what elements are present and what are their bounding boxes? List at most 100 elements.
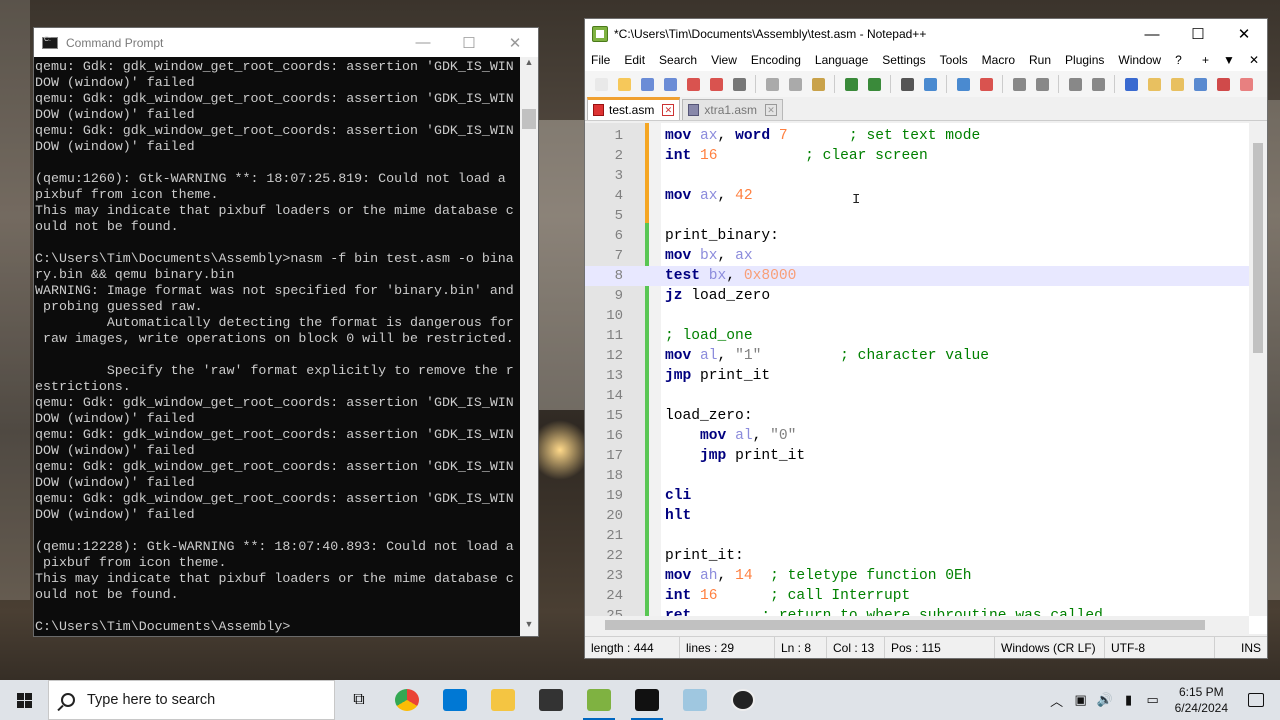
- menu-item[interactable]: Settings: [882, 53, 925, 67]
- toolbar-button-icon[interactable]: [762, 75, 782, 93]
- task-view-button[interactable]: ⧉: [335, 680, 383, 720]
- code-lines[interactable]: 1 mov ax, word 7 ; set text mode 2 int 16 ;…: [585, 126, 1249, 626]
- toolbar-button-icon[interactable]: [953, 75, 973, 93]
- status-eol[interactable]: Windows (CR LF): [995, 637, 1105, 658]
- toolbar-button-icon[interactable]: [864, 75, 884, 93]
- start-button[interactable]: [0, 680, 48, 720]
- code-line[interactable]: 9 jz load_zero: [585, 286, 1249, 306]
- maximize-icon[interactable]: ☐: [446, 34, 492, 52]
- code-line[interactable]: 17 jmp print_it: [585, 446, 1249, 466]
- code-line[interactable]: 20 hlt: [585, 506, 1249, 526]
- meet-now-icon[interactable]: ▣: [1069, 692, 1093, 708]
- code-line[interactable]: 16 mov al, "0": [585, 426, 1249, 446]
- toolbar-button-icon[interactable]: [1167, 75, 1187, 93]
- toolbar-button-icon[interactable]: [1213, 75, 1233, 93]
- code-editor[interactable]: 1 mov ax, word 7 ; set text mode 2 int 16 ;…: [585, 123, 1267, 634]
- media-button[interactable]: [527, 680, 575, 720]
- menu-item[interactable]: Language: [815, 53, 868, 67]
- menu-item[interactable]: Run: [1029, 53, 1051, 67]
- tab-test-asm[interactable]: test.asm ✕: [587, 97, 681, 120]
- code-line[interactable]: 18: [585, 466, 1249, 486]
- code-line[interactable]: 14: [585, 386, 1249, 406]
- scroll-thumb[interactable]: [605, 620, 1205, 630]
- toolbar-button-icon[interactable]: [1121, 75, 1141, 93]
- menu-control[interactable]: +: [1202, 53, 1209, 67]
- code-line[interactable]: 4 mov ax, 42: [585, 186, 1249, 206]
- taskbar-search[interactable]: Type here to search: [48, 680, 335, 720]
- minimize-icon[interactable]: —: [1129, 26, 1175, 43]
- code-line[interactable]: 12 mov al, "1" ; character value: [585, 346, 1249, 366]
- menu-item[interactable]: Tools: [940, 53, 968, 67]
- menu-item[interactable]: Macro: [982, 53, 1015, 67]
- menu-control[interactable]: ▼: [1223, 53, 1235, 67]
- code-line[interactable]: 2 int 16 ; clear screen: [585, 146, 1249, 166]
- cmd-output[interactable]: qemu: Gdk: gdk_window_get_root_coords: a…: [34, 57, 520, 636]
- toolbar-button-icon[interactable]: [660, 75, 680, 93]
- close-tab-icon[interactable]: ✕: [662, 104, 675, 116]
- close-icon[interactable]: ✕: [492, 34, 538, 52]
- code-line[interactable]: 7 mov bx, ax: [585, 246, 1249, 266]
- notepadpp-window[interactable]: *C:\Users\Tim\Documents\Assembly\test.as…: [584, 18, 1268, 659]
- code-line[interactable]: 21: [585, 526, 1249, 546]
- scroll-down-icon[interactable]: ▼: [520, 619, 538, 636]
- cmd-title-bar[interactable]: Command Prompt — ☐ ✕: [34, 28, 538, 57]
- toolbar-button-icon[interactable]: [591, 75, 611, 93]
- toolbar-button-icon[interactable]: [920, 75, 940, 93]
- network-icon[interactable]: ▭: [1141, 692, 1165, 708]
- chevron-up-icon[interactable]: ︿: [1045, 691, 1069, 710]
- cmd-taskbar-button[interactable]: [623, 680, 671, 720]
- obs-button[interactable]: [719, 680, 767, 720]
- toolbar-button-icon[interactable]: [1236, 75, 1256, 93]
- scroll-up-icon[interactable]: ▲: [520, 57, 538, 74]
- editor-horizontal-scrollbar[interactable]: [585, 616, 1249, 634]
- npp-title-bar[interactable]: *C:\Users\Tim\Documents\Assembly\test.as…: [585, 19, 1267, 49]
- code-line[interactable]: 6 print_binary:: [585, 226, 1249, 246]
- close-tab-icon[interactable]: ✕: [765, 104, 778, 116]
- status-encoding[interactable]: UTF-8: [1105, 637, 1215, 658]
- toolbar-button-icon[interactable]: [1009, 75, 1029, 93]
- code-line[interactable]: 3: [585, 166, 1249, 186]
- maximize-icon[interactable]: ☐: [1175, 25, 1221, 43]
- toolbar-button-icon[interactable]: [1065, 75, 1085, 93]
- code-line[interactable]: 23 mov ah, 14 ; teletype function 0Eh: [585, 566, 1249, 586]
- toolbar-button-icon[interactable]: [897, 75, 917, 93]
- volume-icon[interactable]: 🔊: [1093, 692, 1117, 708]
- cmd-scrollbar[interactable]: ▲ ▼: [520, 57, 538, 636]
- close-icon[interactable]: ✕: [1221, 25, 1267, 43]
- code-line[interactable]: 5: [585, 206, 1249, 226]
- tab-xtra1-asm[interactable]: xtra1.asm ✕: [682, 99, 784, 120]
- notification-button[interactable]: [1238, 693, 1274, 707]
- toolbar-button-icon[interactable]: [637, 75, 657, 93]
- microphone-icon[interactable]: ▮: [1117, 692, 1141, 708]
- menu-item[interactable]: Search: [659, 53, 697, 67]
- menu-item[interactable]: Edit: [624, 53, 645, 67]
- code-line[interactable]: 10: [585, 306, 1249, 326]
- toolbar-button-icon[interactable]: [808, 75, 828, 93]
- menu-item[interactable]: View: [711, 53, 737, 67]
- menu-control[interactable]: ✕: [1249, 53, 1259, 67]
- code-line[interactable]: 13 jmp print_it: [585, 366, 1249, 386]
- code-line[interactable]: 19 cli: [585, 486, 1249, 506]
- toolbar-button-icon[interactable]: [1190, 75, 1210, 93]
- toolbar-button-icon[interactable]: [1144, 75, 1164, 93]
- toolbar-button-icon[interactable]: [729, 75, 749, 93]
- file-explorer-button[interactable]: [479, 680, 527, 720]
- minimize-icon[interactable]: —: [400, 34, 446, 51]
- scroll-thumb[interactable]: [1253, 143, 1263, 353]
- code-line[interactable]: 15 load_zero:: [585, 406, 1249, 426]
- toolbar-button-icon[interactable]: [1088, 75, 1108, 93]
- editor-vertical-scrollbar[interactable]: [1249, 123, 1267, 616]
- menu-item[interactable]: File: [591, 53, 610, 67]
- mail-button[interactable]: [431, 680, 479, 720]
- chrome-button[interactable]: [383, 680, 431, 720]
- code-line[interactable]: 1 mov ax, word 7 ; set text mode: [585, 126, 1249, 146]
- code-line[interactable]: 22 print_it:: [585, 546, 1249, 566]
- menu-item[interactable]: ?: [1175, 53, 1182, 67]
- code-line[interactable]: 11 ; load_one: [585, 326, 1249, 346]
- menu-item[interactable]: Window: [1118, 53, 1161, 67]
- toolbar-button-icon[interactable]: [976, 75, 996, 93]
- toolbar-button-icon[interactable]: [614, 75, 634, 93]
- app-button[interactable]: [671, 680, 719, 720]
- scroll-thumb[interactable]: [522, 109, 536, 129]
- clock[interactable]: 6:15 PM 6/24/2024: [1165, 684, 1238, 716]
